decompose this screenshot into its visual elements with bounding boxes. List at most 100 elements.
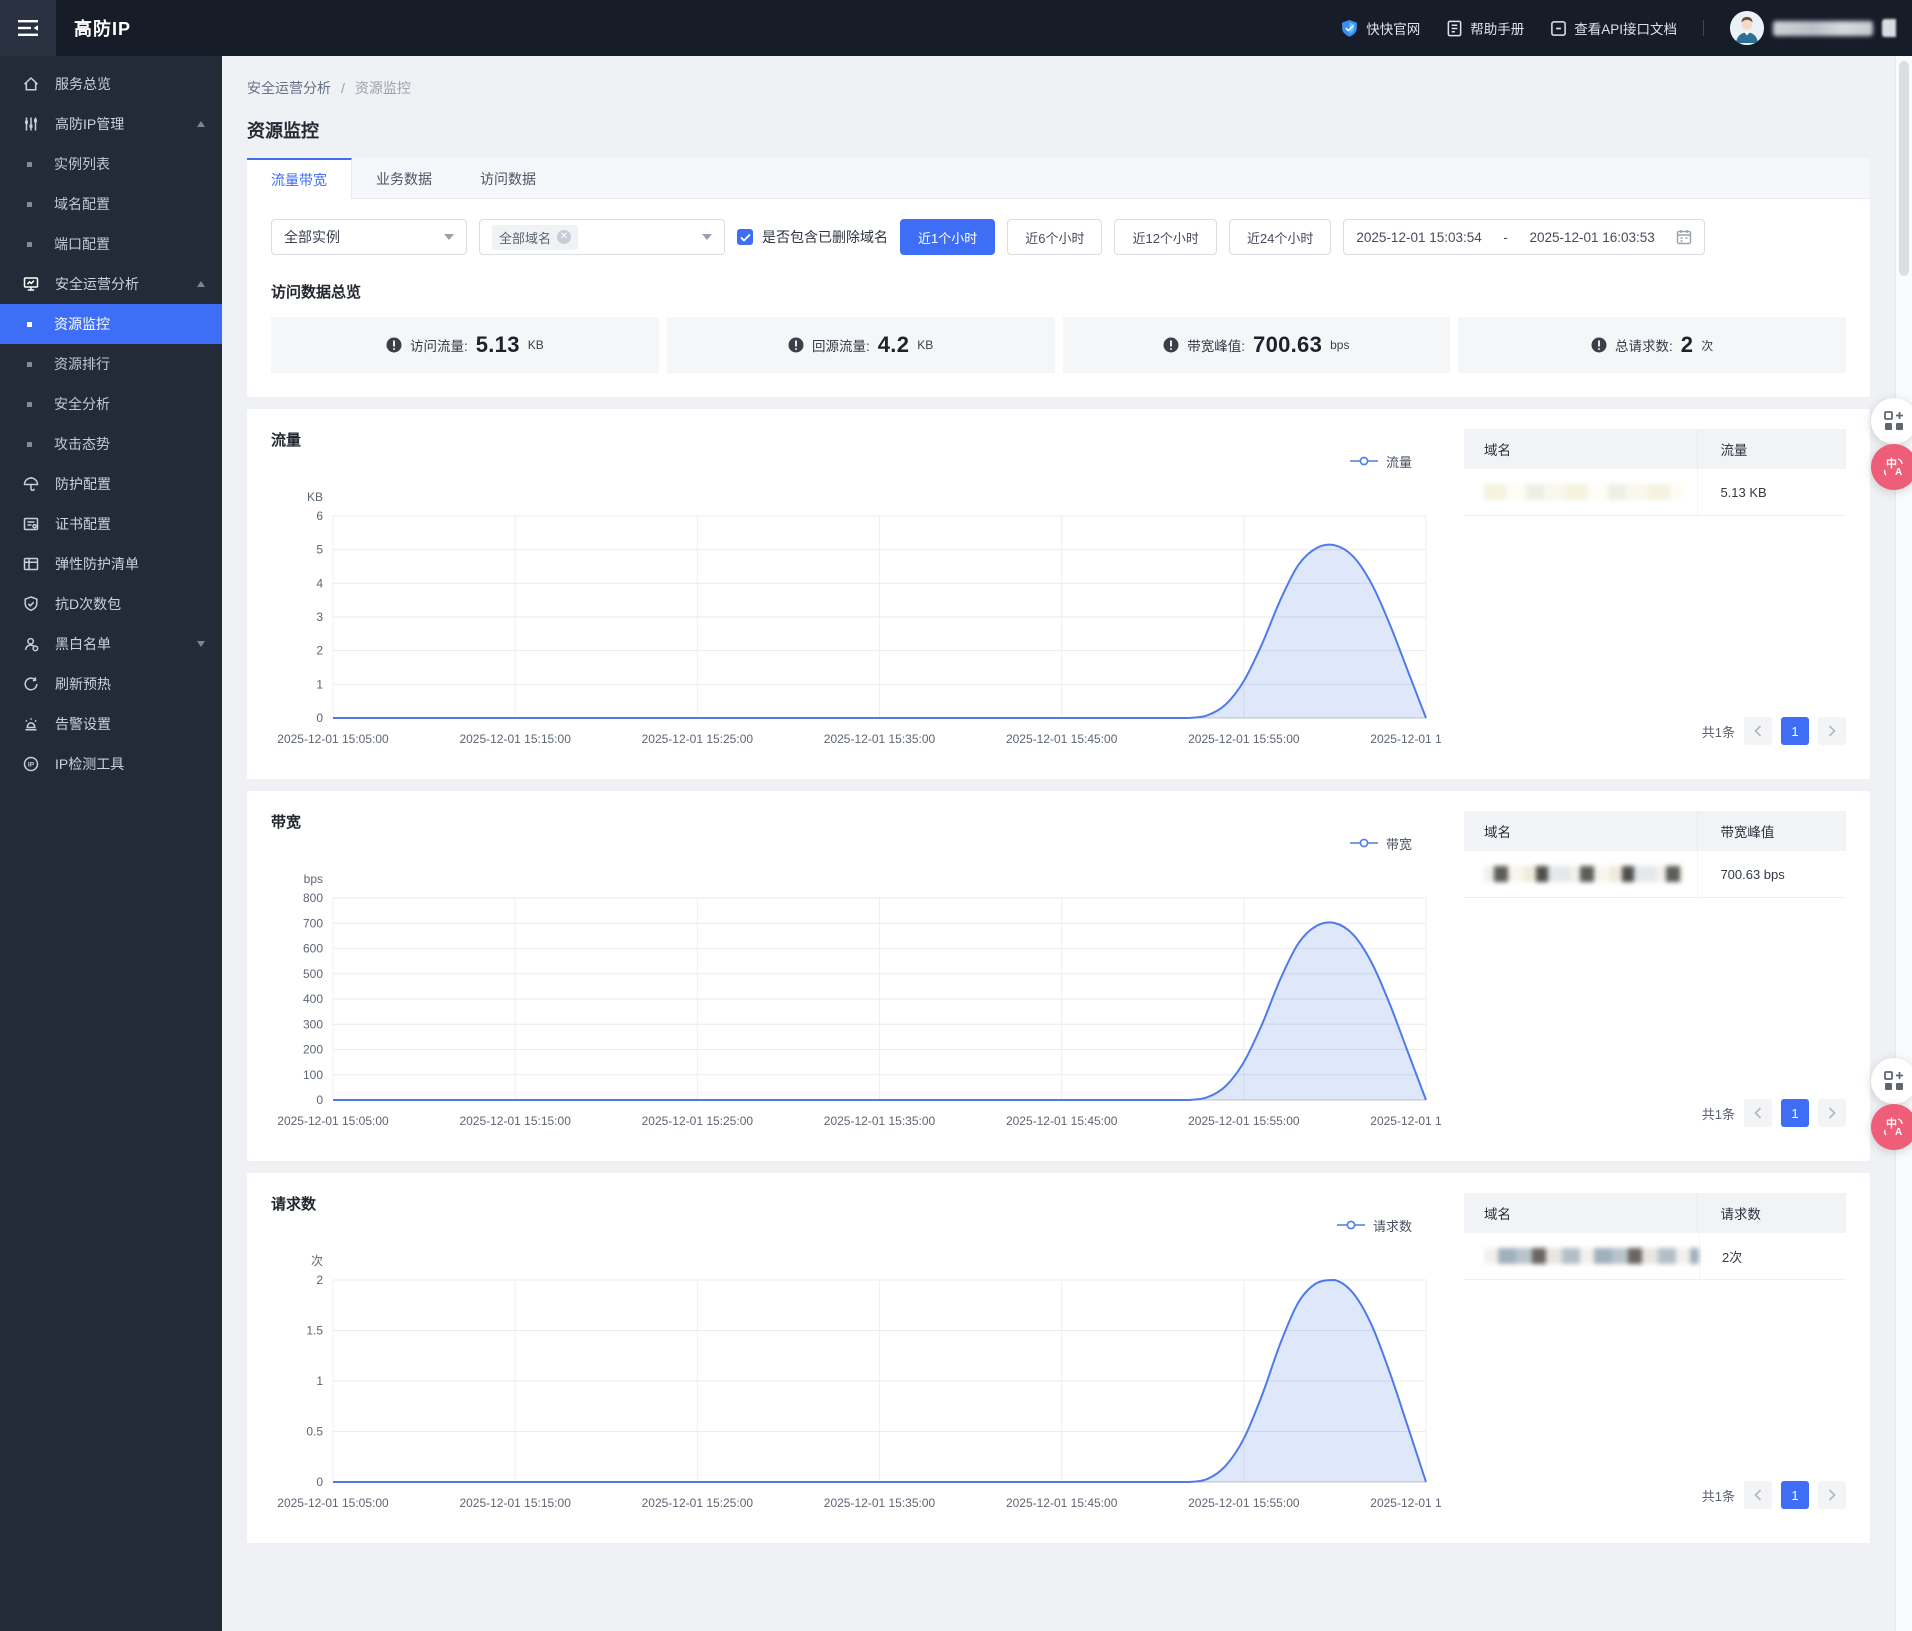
breadcrumb-parent[interactable]: 安全运营分析	[247, 80, 331, 96]
svg-text:3: 3	[316, 610, 323, 624]
current-page-button[interactable]: 1	[1781, 717, 1809, 745]
range-1h-button[interactable]: 近1个小时	[900, 219, 996, 255]
range-12h-button[interactable]: 近12个小时	[1114, 219, 1217, 255]
prev-page-button[interactable]	[1744, 1099, 1772, 1127]
sidebar-item-service-overview[interactable]: 服务总览	[0, 64, 222, 104]
bullet-icon	[27, 161, 32, 167]
svg-text:400: 400	[303, 992, 323, 1006]
screenshot-extension-button[interactable]	[1871, 398, 1912, 444]
home-icon	[21, 74, 41, 94]
current-page-button[interactable]: 1	[1781, 1099, 1809, 1127]
include-deleted-checkbox[interactable]	[737, 229, 753, 245]
certificate-icon	[21, 514, 41, 534]
requests-line-chart[interactable]: 2025-12-01 15:05:00 2025-12-01 15:15:00 20…	[271, 1236, 1482, 1521]
info-icon	[788, 337, 804, 353]
table-row[interactable]: 2次	[1464, 1233, 1846, 1280]
sidebar-item-ip-detect-tool[interactable]: IP IP检测工具	[0, 744, 222, 784]
translate-extension-button[interactable]: 中 A	[1871, 444, 1912, 490]
svg-text:300: 300	[303, 1017, 323, 1031]
sidebar-item-anti-ddos-package[interactable]: 抗D次数包	[0, 584, 222, 624]
overview-panel: 流量带宽 业务数据 访问数据 全部实例 全部域名 ✕ 是否包含已删除域名 近1个…	[247, 158, 1870, 397]
domain-select[interactable]: 全部域名 ✕	[479, 219, 725, 255]
scrollbar-thumb[interactable]	[1899, 61, 1909, 276]
user-menu[interactable]	[1730, 11, 1896, 45]
pagination: 共1条 1	[1464, 1481, 1846, 1523]
hamburger-icon	[18, 20, 38, 36]
sidebar-item-black-white-list[interactable]: 黑白名单	[0, 624, 222, 664]
chevron-up-icon	[197, 281, 205, 287]
main-content: 安全运营分析 / 资源监控 资源监控 流量带宽 业务数据 访问数据 全部实例 全部域…	[222, 56, 1895, 1569]
bandwidth-line-chart[interactable]: 2025-12-01 15:05:00 2025-12-01 15:15:00 20…	[271, 854, 1482, 1139]
include-deleted-label[interactable]: 是否包含已删除域名	[762, 227, 888, 247]
legend-bandwidth[interactable]: 带宽	[271, 834, 1412, 852]
svg-text:2025-12-01 15:55:00: 2025-12-01 15:55:00	[1188, 1496, 1300, 1510]
sidebar-item-security-analysis[interactable]: 安全分析	[0, 384, 222, 424]
screenshot-extension-button[interactable]	[1871, 1058, 1912, 1104]
shield-icon	[21, 594, 41, 614]
range-24h-button[interactable]: 近24个小时	[1228, 219, 1332, 255]
next-page-button[interactable]	[1818, 1481, 1846, 1509]
sidebar-item-certificate-config[interactable]: 证书配置	[0, 504, 222, 544]
sidebar-item-alarm-settings[interactable]: 告警设置	[0, 704, 222, 744]
svg-text:2: 2	[316, 644, 323, 658]
info-icon	[1591, 337, 1607, 353]
pagination-total: 共1条	[1701, 1488, 1735, 1504]
api-doc-icon	[1551, 20, 1567, 36]
official-site-link[interactable]: 快快官网	[1340, 18, 1420, 38]
svg-text:A: A	[1895, 467, 1902, 478]
chevron-down-icon	[197, 641, 205, 647]
sidebar-item-attack-posture[interactable]: 攻击态势	[0, 424, 222, 464]
stats-row: 访问流量: 5.13 KB 回源流量: 4.2 KB 带宽峰值: 700.63 …	[247, 317, 1870, 397]
instance-select[interactable]: 全部实例	[271, 219, 467, 255]
bullet-icon	[27, 361, 32, 367]
legend-requests[interactable]: 请求数	[271, 1216, 1412, 1234]
svg-text:100: 100	[303, 1068, 323, 1082]
info-icon	[1163, 337, 1179, 353]
prev-page-button[interactable]	[1744, 717, 1772, 745]
svg-text:2025-12-01 16:05:00: 2025-12-01 16:05:00	[1370, 732, 1442, 746]
sidebar-item-elastic-protection-list[interactable]: 弹性防护清单	[0, 544, 222, 584]
sidebar-item-resource-monitor[interactable]: 资源监控	[0, 304, 222, 344]
table-row[interactable]: 5.13 KB	[1464, 469, 1846, 516]
legend-traffic[interactable]: 流量	[271, 452, 1412, 470]
collapse-sidebar-button[interactable]	[0, 0, 56, 56]
api-doc-link[interactable]: 查看API接口文档	[1550, 18, 1677, 38]
sidebar-item-instance-list[interactable]: 实例列表	[0, 144, 222, 184]
prev-page-button[interactable]	[1744, 1481, 1772, 1509]
sidebar-item-ip-management[interactable]: 高防IP管理	[0, 104, 222, 144]
svg-text:2025-12-01 15:15:00: 2025-12-01 15:15:00	[459, 732, 571, 746]
chevron-left-icon	[1754, 725, 1762, 737]
traffic-chart-card: 流量 流量 2025-12-01 15:05:00 2025-12-01 15:1…	[247, 409, 1870, 779]
tab-access-data[interactable]: 访问数据	[456, 158, 560, 199]
chevron-left-icon	[1754, 1489, 1762, 1501]
svg-text:1: 1	[316, 677, 323, 691]
table-header: 域名 请求数	[1464, 1193, 1846, 1233]
sidebar-item-protection-config[interactable]: 防护配置	[0, 464, 222, 504]
tag-close-icon[interactable]: ✕	[557, 230, 572, 244]
date-range-picker[interactable]: 2025-12-01 15:03:54 - 2025-12-01 16:03:5…	[1343, 219, 1706, 255]
next-page-button[interactable]	[1818, 717, 1846, 745]
svg-text:6: 6	[316, 509, 323, 523]
sidebar-item-security-operation-analysis[interactable]: 安全运营分析	[0, 264, 222, 304]
traffic-line-chart[interactable]: 2025-12-01 15:05:00 2025-12-01 15:15:00 20…	[271, 472, 1482, 757]
chart-title-bandwidth: 带宽	[271, 814, 302, 831]
page-scrollbar[interactable]	[1895, 56, 1912, 1631]
tab-business-data[interactable]: 业务数据	[352, 158, 456, 199]
current-page-button[interactable]: 1	[1781, 1481, 1809, 1509]
sidebar-item-refresh-preheat[interactable]: 刷新预热	[0, 664, 222, 704]
tab-traffic-bandwidth[interactable]: 流量带宽	[247, 158, 352, 199]
product-logo: 高防IP	[74, 19, 132, 39]
sidebar-item-resource-rank[interactable]: 资源排行	[0, 344, 222, 384]
translate-extension-button[interactable]: 中 A	[1871, 1104, 1912, 1150]
legend-line-icon	[1336, 1220, 1365, 1230]
legend-line-icon	[1349, 838, 1378, 848]
next-page-button[interactable]	[1818, 1099, 1846, 1127]
svg-text:2025-12-01 15:35:00: 2025-12-01 15:35:00	[824, 1114, 936, 1128]
chevron-down-icon	[444, 234, 454, 240]
table-row[interactable]: 700.63 bps	[1464, 851, 1846, 898]
sidebar-item-port-config[interactable]: 端口配置	[0, 224, 222, 264]
date-start: 2025-12-01 15:03:54	[1356, 229, 1482, 245]
sidebar-item-domain-config[interactable]: 域名配置	[0, 184, 222, 224]
help-manual-link[interactable]: 帮助手册	[1446, 18, 1524, 38]
range-6h-button[interactable]: 近6个小时	[1007, 219, 1103, 255]
